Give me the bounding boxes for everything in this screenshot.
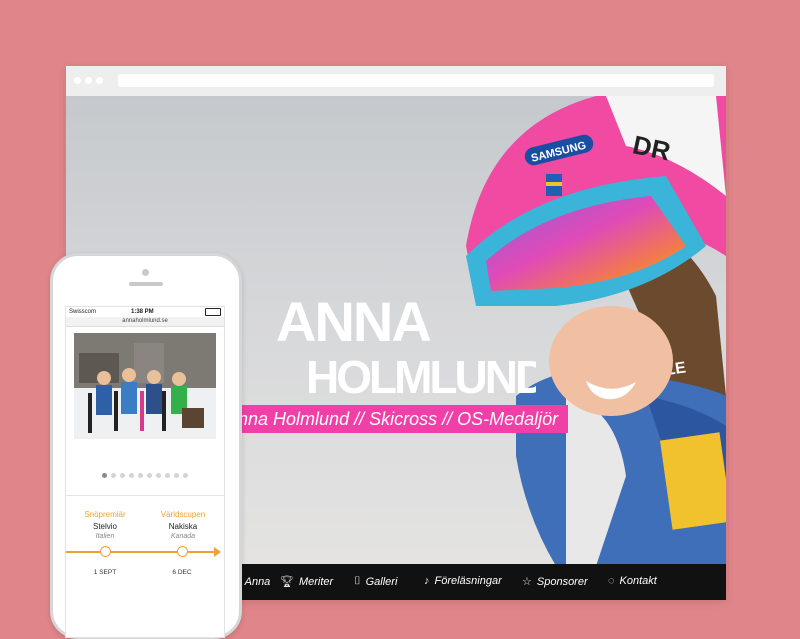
carousel-dot[interactable]	[156, 473, 161, 478]
camera-icon: ⌷	[354, 575, 361, 587]
trophy-icon: 🏆︎	[280, 576, 294, 588]
logo-line1: ANNA	[276, 290, 430, 353]
window-dot-icon[interactable]	[74, 77, 81, 84]
carousel-photo[interactable]	[74, 333, 216, 439]
carousel-dots	[66, 465, 224, 478]
event-date: 1 SEPT	[93, 569, 117, 576]
carousel-dot[interactable]	[102, 473, 107, 478]
nav-item-meriter[interactable]: 🏆︎ Meriter	[280, 575, 334, 589]
nav-label: Föreläsningar	[434, 575, 502, 587]
timeline-node[interactable]	[177, 546, 188, 557]
event-date: 6 DEC	[172, 569, 192, 576]
carousel-dot[interactable]	[111, 473, 116, 478]
event-type: Världscupen	[160, 510, 206, 519]
tagline-banner: Anna Holmlund // Skicross // OS-Medaljör	[216, 405, 568, 433]
window-dot-icon[interactable]	[96, 77, 103, 84]
phone-address-bar[interactable]: annaholmlund.se	[66, 317, 224, 327]
chat-icon: ◌	[608, 575, 615, 587]
event-name: Nakiska	[168, 522, 198, 531]
site-logo[interactable]: ANNA HOLMLUND	[236, 281, 536, 411]
nav-label: Sponsorer	[536, 575, 588, 588]
nav-label: Anna	[244, 575, 271, 588]
nav-label: Kontakt	[619, 575, 657, 587]
nav-label: Meriter	[298, 575, 334, 588]
timeline-line	[66, 551, 218, 553]
event-place: Italien	[95, 533, 115, 540]
phone-screen: Swisscom 1:38 PM annaholmlund.se Snöprem…	[65, 306, 225, 638]
timeline-arrow-icon[interactable]	[214, 547, 221, 557]
window-dot-icon[interactable]	[85, 77, 92, 84]
logo-line2: HOLMLUND	[306, 351, 536, 403]
carousel-dot[interactable]	[129, 473, 134, 478]
carrier-label: Swisscom	[69, 309, 97, 315]
carousel-dot[interactable]	[183, 473, 188, 478]
carousel-dot[interactable]	[174, 473, 179, 478]
nav-item-forelasningar[interactable]: ♪ Föreläsningar	[424, 575, 502, 587]
event-type: Snöpremiär	[84, 510, 126, 519]
carousel-dot[interactable]	[138, 473, 143, 478]
address-bar[interactable]	[118, 74, 714, 87]
timeline-node[interactable]	[100, 546, 111, 557]
status-bar: Swisscom 1:38 PM	[66, 307, 224, 317]
tagline-text: Anna Holmlund // Skicross // OS-Medaljör	[226, 409, 559, 429]
time-label: 1:38 PM	[131, 309, 154, 315]
nav-item-sponsorer[interactable]: ☆ Sponsorer	[522, 575, 588, 589]
speaker-icon	[129, 282, 163, 286]
phone-mockup: Swisscom 1:38 PM annaholmlund.se Snöprem…	[50, 253, 242, 639]
nav-item-galleri[interactable]: ⌷ Galleri	[354, 575, 397, 588]
nav-label: Galleri	[365, 575, 398, 588]
carousel-dot[interactable]	[147, 473, 152, 478]
microphone-icon: ♪	[424, 575, 430, 587]
browser-chrome	[66, 66, 726, 96]
camera-dot-icon	[142, 269, 149, 276]
carousel-dot[interactable]	[165, 473, 170, 478]
carousel-dot[interactable]	[120, 473, 125, 478]
nav-item-kontakt[interactable]: ◌ Kontakt	[608, 575, 657, 587]
event-name: Stelvio	[92, 522, 117, 531]
battery-icon	[205, 308, 221, 316]
event-place: Kanada	[170, 533, 196, 540]
event-card[interactable]: Snöpremiär Stelvio Italien	[70, 510, 140, 540]
event-card[interactable]: Världscupen Nakiska Kanada	[148, 510, 218, 540]
star-icon: ☆	[522, 576, 532, 588]
divider	[66, 495, 224, 496]
